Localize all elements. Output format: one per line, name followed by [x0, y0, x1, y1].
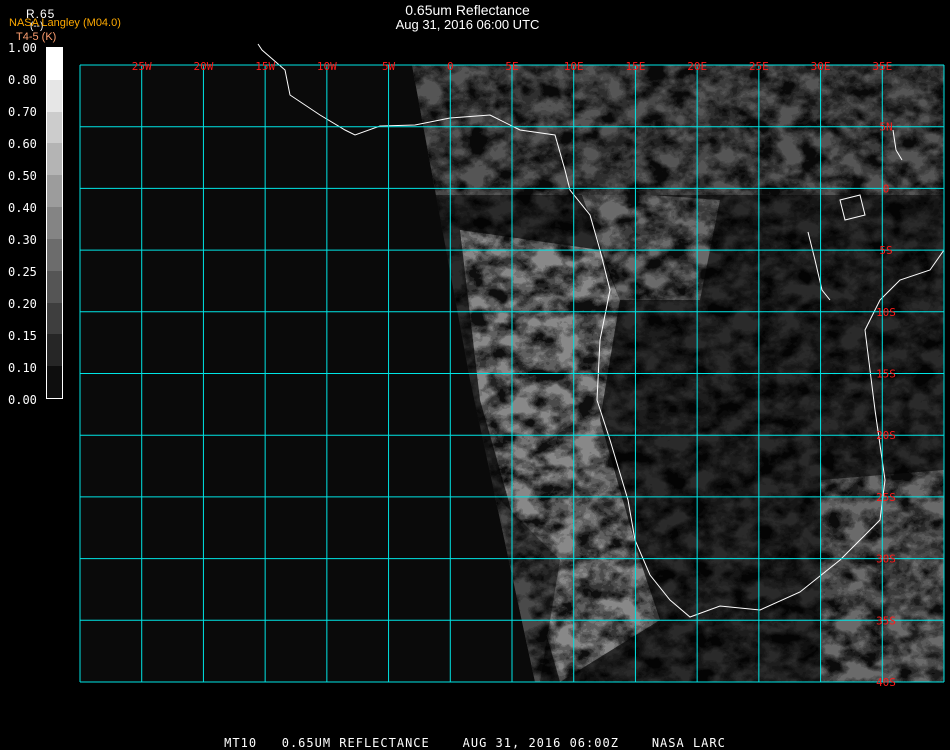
lon-label: 30E [811, 60, 831, 73]
colorbar-tick: 0.20 [8, 297, 37, 311]
lon-label: 20W [193, 60, 213, 73]
colorbar-tick: 0.60 [8, 137, 37, 151]
lon-label: 35E [872, 60, 892, 73]
lat-label: 5N [879, 121, 892, 134]
colorbar-tick: 0.50 [8, 169, 37, 183]
map-title: 0.65um Reflectance [405, 2, 530, 18]
lon-label: 25E [749, 60, 769, 73]
lon-label: 20E [687, 60, 707, 73]
lon-label: 25W [132, 60, 152, 73]
lon-label: 10W [317, 60, 337, 73]
colorbar-step [47, 79, 62, 112]
colorbar-tick: 0.00 [8, 393, 37, 407]
lat-label: 0 [883, 182, 890, 195]
colorbar-step [47, 302, 62, 335]
colorbar-tick: 1.00 [8, 41, 37, 55]
colorbar-tick: 0.70 [8, 105, 37, 119]
lat-label: 20S [876, 429, 896, 442]
lon-label: 15W [255, 60, 275, 73]
lat-label: 10S [876, 306, 896, 319]
map-timestamp: Aug 31, 2016 06:00 UTC [395, 17, 540, 32]
source-label: NASA Langley (M04.0) [9, 17, 121, 29]
footer-caption: MT10 0.65UM REFLECTANCE AUG 31, 2016 06:… [224, 736, 726, 750]
colorbar-tick: 0.80 [8, 73, 37, 87]
colorbar-step [47, 270, 62, 303]
lat-label: 25S [876, 491, 896, 504]
lon-label: 5E [505, 60, 518, 73]
colorbar-tick: 0.10 [8, 361, 37, 375]
lat-label: 15S [876, 368, 896, 381]
lon-label: 10E [564, 60, 584, 73]
colorbar-tick: 0.25 [8, 265, 37, 279]
lat-label: 40S [876, 676, 896, 689]
colorbar-step [47, 111, 62, 144]
lon-label: 0 [447, 60, 454, 73]
colorbar-step [47, 366, 62, 398]
satellite-map: 25W 20W 15W 10W 5W 0 5E 10E 15E 20E 25E 30E 35E 5N 0 5S… [79, 43, 945, 689]
colorbar-step [47, 48, 62, 80]
lon-label: 15E [625, 60, 645, 73]
colorbar-tick: 0.15 [8, 329, 37, 343]
colorbar [46, 47, 63, 399]
colorbar-tick: 0.30 [8, 233, 37, 247]
lat-label: 30S [876, 553, 896, 566]
colorbar-step [47, 175, 62, 208]
lat-label: 5S [879, 244, 892, 257]
colorbar-step [47, 334, 62, 367]
colorbar-step [47, 143, 62, 176]
colorbar-step [47, 238, 62, 271]
lat-label: 35S [876, 614, 896, 627]
colorbar-step [47, 207, 62, 239]
colorbar-tick: 0.40 [8, 201, 37, 215]
lon-label: 5W [382, 60, 396, 73]
